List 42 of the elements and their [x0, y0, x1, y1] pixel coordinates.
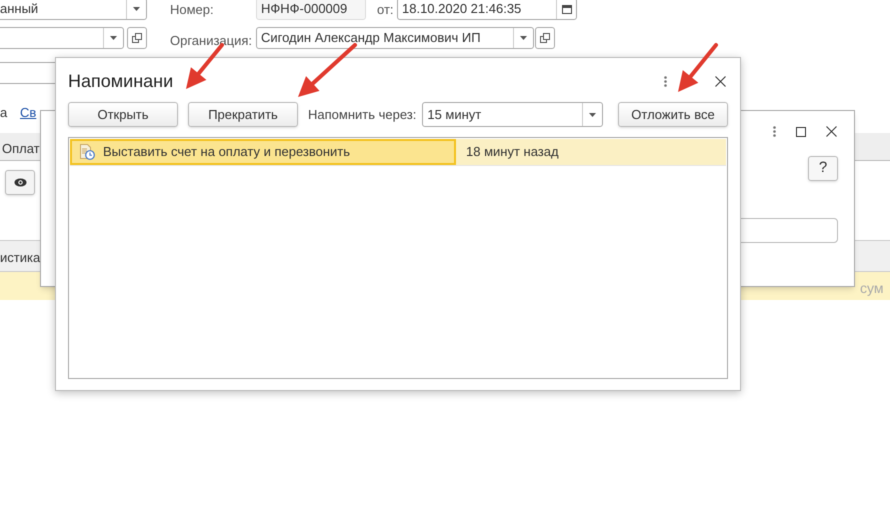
reminder-subject: Выставить счет на оплату и перезвонить [103, 143, 350, 162]
time-ago: 18 минут назад [465, 143, 560, 162]
list-row[interactable]: Выставить счет на оплату и перезвонить 18 минут назад [70, 139, 726, 166]
field-label: от: [377, 1, 394, 19]
dialog-button[interactable]: Прекратить [188, 102, 298, 127]
dialog-button[interactable]: Открыть [68, 102, 178, 127]
annotation-arrow [678, 43, 718, 92]
label: а [0, 104, 8, 122]
help-button[interactable]: ? [808, 156, 838, 181]
more-icon[interactable] [773, 126, 776, 137]
caret-icon [520, 36, 527, 40]
kind-field[interactable]: анный [0, 0, 147, 20]
dialog-title: Напоминани [68, 70, 174, 92]
caret-icon [110, 36, 117, 40]
maximize-icon[interactable] [796, 126, 806, 136]
calendar-icon [562, 4, 572, 14]
open-button[interactable] [127, 27, 147, 49]
column-header: истика [0, 249, 40, 267]
more-icon[interactable] [664, 76, 667, 86]
annotation-arrow [298, 43, 357, 97]
field-label: Напомнить через: [308, 106, 416, 124]
close-icon[interactable] [715, 76, 726, 86]
organization-field[interactable]: Сигодин Александр Максимович ИП [256, 27, 534, 49]
caret-icon [589, 112, 596, 116]
eye-icon [14, 178, 26, 187]
number-field[interactable]: НФНФ-000009 [256, 0, 366, 20]
postpone-button[interactable]: Отложить все [618, 102, 728, 127]
reminder-icon [79, 144, 95, 160]
field-label: Номер: [170, 1, 214, 19]
open-window-icon [132, 33, 142, 43]
tab[interactable]: Оплат [2, 139, 40, 158]
view-button[interactable] [5, 170, 35, 195]
date-field[interactable]: 18.10.2020 21:46:35 [397, 0, 577, 20]
open-button[interactable] [535, 27, 555, 49]
table-cell-text: сум [860, 279, 884, 298]
open-window-icon [540, 33, 550, 43]
caret-icon [133, 7, 140, 11]
link[interactable]: Св [20, 103, 36, 122]
close-icon[interactable] [826, 126, 837, 137]
input-field[interactable] [0, 27, 124, 49]
field-label: Организация: [170, 32, 252, 50]
interval-field[interactable]: 15 минут [422, 102, 604, 127]
